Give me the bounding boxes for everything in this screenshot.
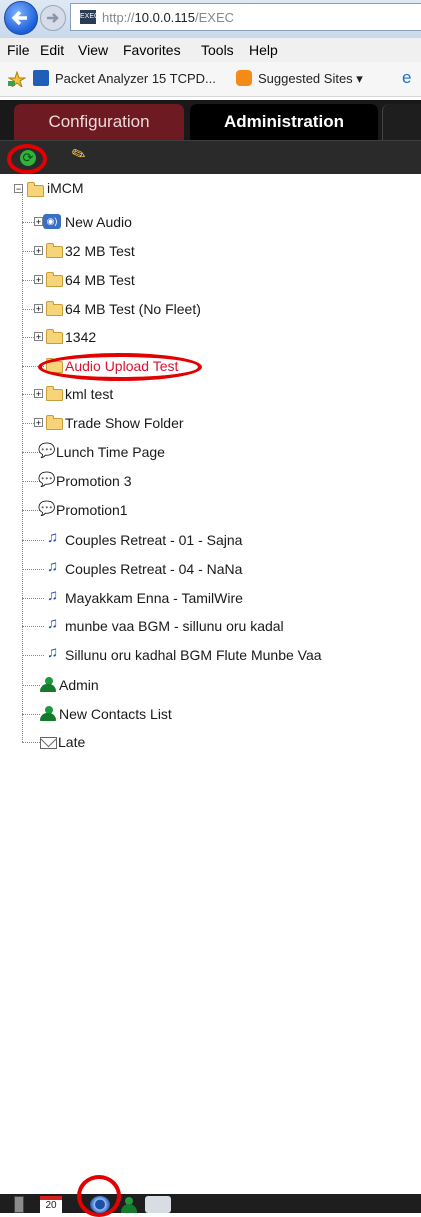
menu-favorites[interactable]: Favorites: [123, 42, 181, 58]
tree-item[interactable]: Mayakkam Enna - TamilWire: [65, 587, 243, 609]
expand-toggle[interactable]: +: [34, 389, 43, 399]
music-note-icon: ♫: [47, 587, 59, 604]
back-button[interactable]: [4, 1, 38, 35]
folder-icon: [46, 272, 63, 287]
music-note-icon: ♫: [47, 558, 59, 575]
audio-folder-icon: ◉): [43, 214, 61, 229]
tree-root[interactable]: iMCM: [47, 177, 84, 199]
expand-toggle[interactable]: +: [34, 418, 43, 428]
folder-icon: [46, 329, 63, 344]
tree-toolbar: [0, 140, 421, 175]
forward-button[interactable]: [40, 5, 66, 31]
tab-administration[interactable]: Administration: [190, 104, 378, 140]
favorites-star-icon[interactable]: [8, 71, 26, 87]
tree-item[interactable]: Couples Retreat - 04 - NaNa: [65, 558, 242, 580]
collapse-toggle[interactable]: −: [14, 184, 23, 194]
menu-view[interactable]: View: [78, 42, 108, 58]
tree-item[interactable]: 64 MB Test (No Fleet): [65, 298, 201, 320]
tree-connector: [22, 598, 44, 599]
bottom-toolbar: [0, 1194, 421, 1213]
tree-item[interactable]: Sillunu oru kadhal BGM Flute Munbe Vaa: [65, 644, 322, 666]
annotation-circle: [38, 353, 202, 381]
tree-item[interactable]: Admin: [59, 674, 99, 696]
folder-icon: [46, 415, 63, 430]
expand-toggle[interactable]: +: [34, 332, 43, 342]
menu-tools[interactable]: Tools: [201, 42, 234, 58]
tree-connector: [22, 655, 44, 656]
menu-edit[interactable]: Edit: [40, 42, 64, 58]
music-note-icon: ♫: [47, 644, 59, 661]
folder-icon: [46, 243, 63, 258]
music-note-icon: ♫: [47, 529, 59, 546]
forward-arrow-icon: [47, 13, 59, 23]
tree-item[interactable]: New Audio: [65, 211, 132, 233]
tree-connector: [22, 540, 44, 541]
tree-connector: [22, 742, 40, 743]
packet-analyzer-icon: [33, 70, 49, 86]
page-icon: 💬: [38, 442, 56, 458]
folder-icon: [46, 386, 63, 401]
url-host: 10.0.0.115: [134, 10, 196, 25]
tree-item[interactable]: 32 MB Test: [65, 240, 135, 262]
page-icon: 💬: [38, 500, 56, 516]
tree-item[interactable]: Promotion 3: [56, 470, 131, 492]
calendar-icon[interactable]: 20: [40, 1196, 62, 1213]
tree-item[interactable]: Couples Retreat - 01 - Sajna: [65, 529, 242, 551]
expand-toggle[interactable]: +: [34, 304, 43, 314]
tree-item[interactable]: 64 MB Test: [65, 269, 135, 291]
tab-next[interactable]: [382, 104, 421, 140]
folder-icon: [46, 301, 63, 316]
menu-help[interactable]: Help: [249, 42, 278, 58]
envelope-icon: [40, 737, 57, 749]
tree-connector: [22, 569, 44, 570]
page-icon: 💬: [38, 471, 56, 487]
url-path: /EXEC: [195, 10, 235, 25]
menu-bar: File Edit View Favorites Tools Help: [0, 38, 421, 62]
back-arrow-icon: [11, 10, 27, 26]
favorite-suggested-sites[interactable]: Suggested Sites ▾: [258, 71, 363, 87]
contact-icon[interactable]: [119, 1196, 139, 1213]
tree-item[interactable]: Lunch Time Page: [56, 441, 165, 463]
ie-icon[interactable]: e: [402, 68, 411, 88]
menu-file[interactable]: File: [7, 42, 30, 58]
expand-toggle[interactable]: +: [34, 217, 43, 227]
tree-item[interactable]: Promotion1: [56, 499, 128, 521]
tree-item[interactable]: 1342: [65, 326, 96, 348]
contact-icon: [37, 706, 57, 721]
favorite-packet-analyzer[interactable]: Packet Analyzer 15 TCPD...: [55, 71, 216, 86]
tree-panel: − iMCM + ◉) New Audio + 32 MB Test + 64 …: [0, 174, 421, 1194]
annotation-circle: [7, 144, 47, 174]
annotation-circle: [77, 1175, 121, 1217]
music-note-icon: ♫: [47, 615, 59, 632]
suggested-sites-icon: [236, 70, 252, 86]
url-text[interactable]: http://10.0.0.115/EXEC: [102, 10, 234, 25]
tree-item[interactable]: New Contacts List: [59, 703, 172, 725]
tree-item[interactable]: munbe vaa BGM - sillunu oru kadal: [65, 615, 284, 637]
tree-connector: [22, 626, 44, 627]
expand-toggle[interactable]: +: [34, 246, 43, 256]
site-favicon-icon: EXEC: [80, 10, 99, 24]
favorites-bar: Packet Analyzer 15 TCPD... Suggested Sit…: [0, 62, 421, 97]
folder-icon: [27, 182, 44, 197]
contact-icon: [37, 677, 57, 692]
expand-toggle[interactable]: +: [34, 275, 43, 285]
tree-item[interactable]: Trade Show Folder: [65, 412, 184, 434]
tree-item[interactable]: kml test: [65, 383, 113, 405]
message-icon[interactable]: [145, 1196, 171, 1213]
url-prefix: http://: [102, 10, 135, 25]
tree-item[interactable]: Late: [58, 731, 85, 753]
tree-connector: [22, 194, 23, 742]
tab-configuration[interactable]: Configuration: [14, 104, 184, 140]
device-icon[interactable]: [14, 1196, 24, 1213]
